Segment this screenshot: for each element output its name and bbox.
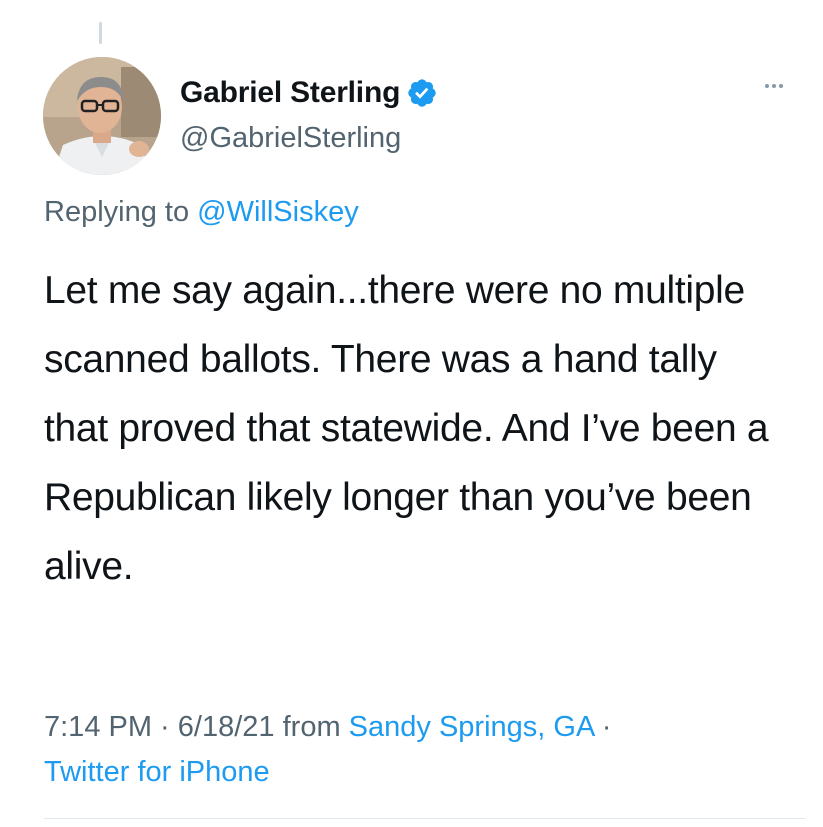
author-name-row: Gabriel Sterling [180, 76, 438, 110]
dot [765, 84, 769, 88]
meta-separator-2: · [593, 711, 612, 743]
tweet-text: Let me say again...there were no multipl… [44, 269, 779, 588]
dot [772, 84, 776, 88]
reply-mention-link[interactable]: @WillSiskey [197, 196, 359, 228]
verified-badge-icon [406, 77, 438, 109]
location-link[interactable]: Sandy Springs, GA [349, 711, 594, 743]
tweet-meta: 7:14 PM · 6/18/21 from Sandy Springs, GA… [44, 705, 784, 795]
more-dots-icon[interactable] [765, 84, 783, 88]
tweet-date[interactable]: 6/18/21 [178, 711, 275, 743]
avatar-photo-icon [43, 57, 161, 175]
meta-separator: · [152, 711, 178, 743]
thread-connector-line [99, 22, 102, 44]
avatar[interactable] [43, 57, 161, 175]
replying-to-line: Replying to @WillSiskey [44, 196, 359, 229]
client-link[interactable]: Twitter for iPhone [44, 756, 270, 788]
author-display-name[interactable]: Gabriel Sterling [180, 76, 400, 110]
divider [44, 818, 805, 819]
from-label: from [274, 711, 349, 743]
dot [779, 84, 783, 88]
author-handle[interactable]: @GabrielSterling [180, 122, 401, 155]
tweet-time[interactable]: 7:14 PM [44, 711, 152, 743]
replying-to-label: Replying to [44, 196, 198, 228]
